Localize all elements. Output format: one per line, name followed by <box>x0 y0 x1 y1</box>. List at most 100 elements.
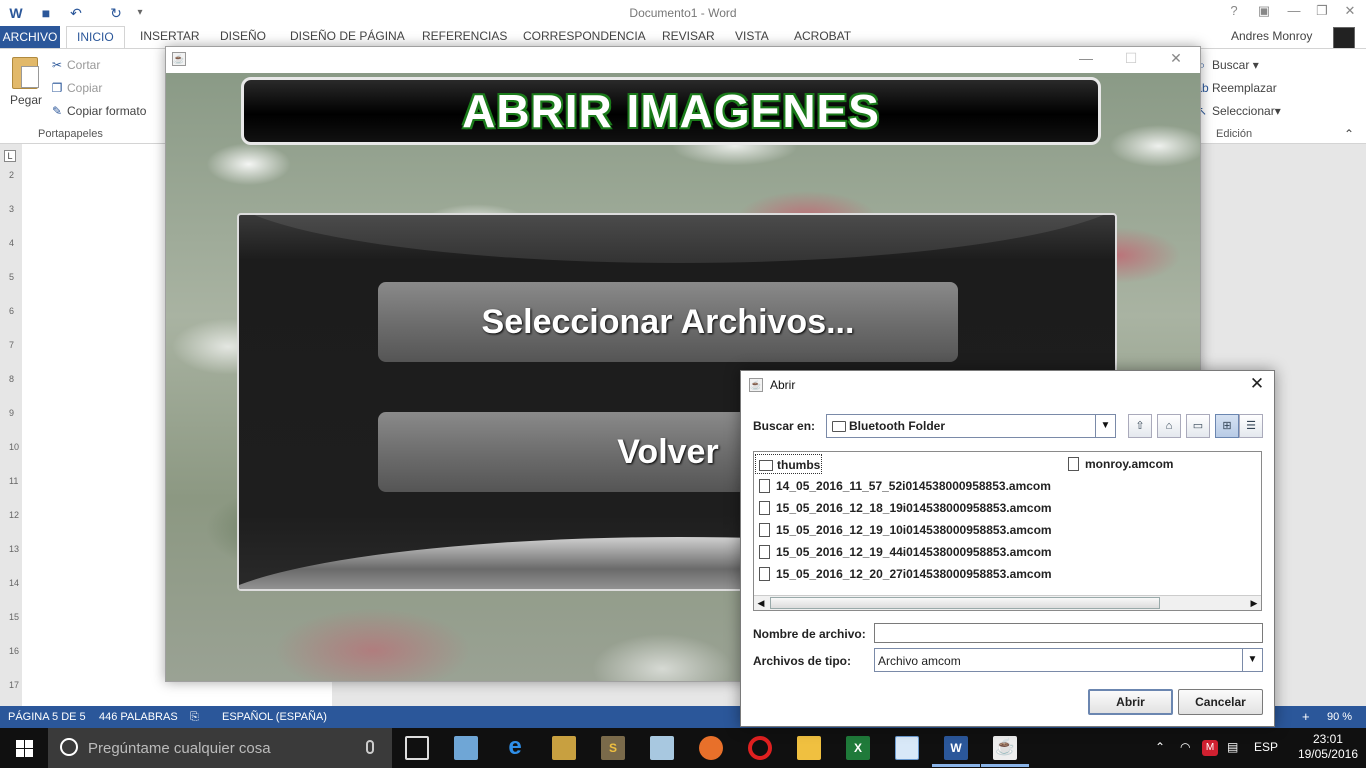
tab-selector-icon[interactable]: L <box>4 150 16 162</box>
network-icon[interactable]: ◠ <box>1180 740 1190 754</box>
file-name: 15_05_2016_12_19_10i014538000958853.amco… <box>776 523 1052 537</box>
home-button[interactable]: ⌂ <box>1157 414 1181 438</box>
edge-icon[interactable]: e <box>503 735 527 760</box>
show-hidden-icons-icon[interactable]: ⌃ <box>1155 740 1165 754</box>
select-button[interactable]: ↖ Seleccionar▾ <box>1195 104 1281 118</box>
input-language[interactable]: ESP <box>1254 740 1278 754</box>
taskbar-search[interactable]: Pregúntame cualquier cosa <box>48 728 392 768</box>
cancel-button[interactable]: Cancelar <box>1178 689 1263 715</box>
opera-icon[interactable] <box>748 736 772 760</box>
ribbon-display-icon[interactable]: ▣ <box>1250 3 1278 19</box>
select-files-button[interactable]: Seleccionar Archivos... <box>378 282 958 362</box>
list-view-button[interactable]: ⊞ <box>1215 414 1239 438</box>
close-icon[interactable]: ✕ <box>1156 50 1196 67</box>
tab-vista[interactable]: VISTA <box>735 29 769 43</box>
tab-diseno[interactable]: DISEÑO <box>220 29 266 43</box>
folder-icon <box>832 421 846 432</box>
list-item[interactable]: 14_05_2016_11_57_52i014538000958853.amco… <box>755 476 1065 496</box>
word-count[interactable]: 446 PALABRAS <box>99 711 178 723</box>
java-icon[interactable]: ☕ <box>981 736 1029 767</box>
ruler-number: 17 <box>9 680 20 690</box>
file-icon <box>759 479 770 493</box>
windows-logo-icon <box>16 740 24 748</box>
antivirus-icon[interactable]: M <box>1202 740 1218 756</box>
scrollbar-thumb[interactable] <box>770 597 1160 609</box>
microphone-icon[interactable] <box>366 740 374 754</box>
dialog-title-bar[interactable]: ☕ Abrir ✕ <box>741 371 1274 399</box>
close-icon[interactable]: ✕ <box>1336 3 1364 19</box>
tab-inicio[interactable]: INICIO <box>66 26 125 49</box>
horizontal-scrollbar[interactable]: ◀ ▶ <box>754 595 1261 610</box>
open-button[interactable]: Abrir <box>1088 689 1173 715</box>
filetype-label: Archivos de tipo: <box>753 654 852 668</box>
replace-button[interactable]: ab Reemplazar <box>1195 81 1276 95</box>
calculator-icon[interactable] <box>552 736 576 760</box>
minimize-icon[interactable]: — <box>1280 3 1308 18</box>
paste-icon[interactable] <box>12 57 39 89</box>
zoom-level[interactable]: 90 % <box>1327 711 1352 723</box>
start-button[interactable] <box>0 728 48 768</box>
list-item[interactable]: monroy.amcom <box>1064 454 1184 474</box>
excel-icon[interactable]: X <box>846 736 870 760</box>
list-item[interactable]: 15_05_2016_12_18_19i014538000958853.amco… <box>755 498 1065 518</box>
action-center-icon[interactable]: ▤ <box>1227 740 1238 754</box>
file-name: thumbs <box>777 458 821 472</box>
filename-input[interactable] <box>874 623 1263 643</box>
page-count[interactable]: PÁGINA 5 DE 5 <box>8 711 86 723</box>
task-view-icon[interactable] <box>405 736 429 760</box>
proofing-icon[interactable]: ⎘ <box>190 711 199 724</box>
ruler-number: 14 <box>9 578 20 588</box>
scroll-left-icon[interactable]: ◀ <box>754 596 768 610</box>
zoom-in-icon[interactable]: + <box>1302 709 1310 724</box>
paste-button[interactable]: Pegar <box>10 93 42 107</box>
tab-archivo[interactable]: ARCHIVO <box>0 26 60 48</box>
tab-insertar[interactable]: INSERTAR <box>140 29 200 43</box>
avatar[interactable] <box>1333 27 1355 49</box>
word-icon[interactable]: W <box>932 736 980 767</box>
close-icon[interactable]: ✕ <box>1246 374 1268 394</box>
file-explorer-icon[interactable] <box>797 736 821 760</box>
photos-icon[interactable] <box>895 736 919 760</box>
chevron-down-icon[interactable]: ▼ <box>1242 649 1262 671</box>
file-name: 14_05_2016_11_57_52i014538000958853.amco… <box>776 479 1051 493</box>
scroll-right-icon[interactable]: ▶ <box>1247 596 1261 610</box>
tab-diseno-pagina[interactable]: DISEÑO DE PÁGINA <box>290 29 405 43</box>
copy-button[interactable]: ❐ Copiar <box>50 81 103 95</box>
tab-correspondencia[interactable]: CORRESPONDENCIA <box>523 29 646 43</box>
find-button[interactable]: ⌕ Buscar ▾ <box>1195 58 1259 73</box>
tab-revisar[interactable]: REVISAR <box>662 29 715 43</box>
cut-button[interactable]: ✂ Cortar <box>50 58 100 72</box>
computer-icon[interactable] <box>454 736 478 760</box>
list-item[interactable]: 15_05_2016_12_19_10i014538000958853.amco… <box>755 520 1065 540</box>
format-painter-button[interactable]: ✎ Copiar formato <box>50 104 146 118</box>
list-item[interactable]: 15_05_2016_12_20_27i014538000958853.amco… <box>755 564 1065 584</box>
details-view-button[interactable]: ☰ <box>1239 414 1263 438</box>
file-name: monroy.amcom <box>1085 457 1174 471</box>
language-status[interactable]: ESPAÑOL (ESPAÑA) <box>222 711 327 723</box>
user-name[interactable]: Andres Monroy <box>1231 29 1312 43</box>
firefox-icon[interactable] <box>699 736 723 760</box>
file-list[interactable]: thumbs 14_05_2016_11_57_52i0145380009588… <box>753 451 1262 611</box>
clock[interactable]: 23:01 19/05/2016 <box>1298 732 1358 762</box>
chevron-down-icon[interactable]: ▼ <box>1095 415 1115 437</box>
minimize-icon[interactable]: — <box>1066 50 1106 66</box>
tab-referencias[interactable]: REFERENCIAS <box>422 29 507 43</box>
tab-acrobat[interactable]: ACROBAT <box>794 29 851 43</box>
notes-icon[interactable] <box>650 736 674 760</box>
filetype-select[interactable]: Archivo amcom ▼ <box>874 648 1263 672</box>
java-window-title-bar[interactable]: ☕ — ☐ ✕ <box>166 47 1200 73</box>
file-name: 15_05_2016_12_19_44i014538000958853.amco… <box>776 545 1052 559</box>
maximize-icon[interactable]: ❐ <box>1308 3 1336 19</box>
look-in-select[interactable]: Bluetooth Folder ▼ <box>826 414 1116 438</box>
list-item[interactable]: thumbs <box>755 454 822 474</box>
scissors-icon: ✂ <box>51 58 63 72</box>
list-item[interactable]: 15_05_2016_12_19_44i014538000958853.amco… <box>755 542 1065 562</box>
sublime-icon[interactable]: S <box>601 736 625 760</box>
collapse-ribbon-icon[interactable]: ⌃ <box>1344 127 1354 141</box>
help-icon[interactable]: ? <box>1220 3 1248 18</box>
cortana-icon <box>60 738 78 756</box>
up-folder-button[interactable]: ⇧ <box>1128 414 1152 438</box>
maximize-icon[interactable]: ☐ <box>1111 50 1151 67</box>
date: 19/05/2016 <box>1297 747 1358 761</box>
new-folder-button[interactable]: ▭ <box>1186 414 1210 438</box>
